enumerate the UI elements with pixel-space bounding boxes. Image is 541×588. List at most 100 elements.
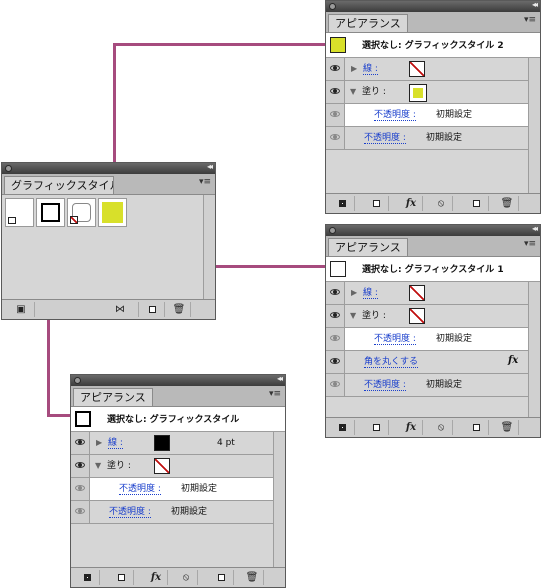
new-style-icon[interactable]	[142, 302, 165, 317]
style-swatch-default[interactable]	[5, 198, 34, 227]
add-effect-fx-icon[interactable]: fx	[145, 570, 168, 585]
clear-appearance-icon[interactable]: ⦸	[430, 420, 453, 435]
visibility-eye-icon[interactable]	[71, 455, 90, 477]
opacity-row[interactable]: 不透明度 : 初期設定	[326, 374, 528, 397]
add-effect-fx-icon[interactable]: fx	[400, 420, 423, 435]
visibility-eye-icon[interactable]	[326, 305, 345, 327]
stroke-row[interactable]: ▶ 線 :	[326, 282, 528, 305]
style-libraries-menu-icon[interactable]: ▣	[8, 302, 35, 317]
fill-label: 塗り :	[362, 87, 386, 97]
clear-appearance-icon[interactable]: ⦸	[430, 196, 453, 211]
panel-menu-icon[interactable]: ▾≡	[524, 239, 536, 249]
stroke-black-swatch[interactable]	[154, 435, 170, 451]
clear-appearance-icon[interactable]: ⦸	[175, 570, 198, 585]
tab-appearance[interactable]: アピアランス	[328, 14, 408, 32]
opacity-row[interactable]: 不透明度 : 初期設定	[71, 501, 273, 524]
add-new-stroke-icon[interactable]	[332, 420, 355, 435]
trash-icon[interactable]: 🗑	[496, 420, 519, 435]
collapse-arrow-icon[interactable]: ▼	[350, 311, 356, 320]
tab-graphic-styles[interactable]: グラフィックスタイル	[4, 176, 114, 194]
visibility-eye-icon[interactable]	[71, 432, 90, 454]
opacity-link[interactable]: 不透明度 :	[364, 133, 406, 144]
stroke-row[interactable]: ▶ 線 : 4 pt	[71, 432, 273, 455]
scrollbar[interactable]	[203, 195, 215, 299]
duplicate-item-icon[interactable]	[466, 420, 489, 435]
add-new-fill-icon[interactable]	[111, 570, 134, 585]
expand-arrow-icon[interactable]: ▶	[351, 64, 357, 73]
panel-menu-icon[interactable]: ▾≡	[269, 389, 281, 399]
visibility-eye-icon[interactable]	[326, 81, 345, 103]
add-new-fill-icon[interactable]	[366, 420, 389, 435]
fill-none-swatch[interactable]	[409, 308, 425, 324]
tab-appearance[interactable]: アピアランス	[328, 238, 408, 256]
stroke-label-link[interactable]: 線 :	[363, 64, 378, 75]
close-icon[interactable]	[329, 3, 336, 10]
fill-opacity-link[interactable]: 不透明度 :	[374, 110, 416, 121]
visibility-eye-icon[interactable]	[326, 127, 345, 149]
style-swatch-rounded[interactable]	[67, 198, 96, 227]
opacity-value: 初期設定	[426, 380, 463, 390]
collapse-icon[interactable]: ◂◂	[532, 224, 538, 233]
scrollbar[interactable]	[528, 282, 540, 417]
fill-row[interactable]: ▼ 塗り :	[326, 305, 528, 328]
collapse-icon[interactable]: ◂◂	[207, 162, 213, 171]
collapse-icon[interactable]: ◂◂	[277, 374, 283, 383]
collapse-icon[interactable]: ◂◂	[532, 0, 538, 9]
panel-menu-icon[interactable]: ▾≡	[524, 15, 536, 25]
visibility-eye-icon[interactable]	[326, 104, 345, 126]
expand-arrow-icon[interactable]: ▶	[351, 288, 357, 297]
trash-icon[interactable]: 🗑	[241, 570, 264, 585]
add-new-stroke-icon[interactable]	[77, 570, 100, 585]
stroke-label-link[interactable]: 線 :	[363, 288, 378, 299]
visibility-eye-icon[interactable]	[326, 58, 345, 80]
opacity-link[interactable]: 不透明度 :	[109, 507, 151, 518]
fill-row[interactable]: ▼ 塗り :	[71, 455, 273, 478]
visibility-eye-icon[interactable]	[71, 478, 90, 500]
opacity-link[interactable]: 不透明度 :	[364, 380, 406, 391]
fill-label: 塗り :	[107, 461, 131, 471]
collapse-arrow-icon[interactable]: ▼	[350, 87, 356, 96]
expand-arrow-icon[interactable]: ▶	[96, 438, 102, 447]
round-corners-effect-link[interactable]: 角を丸くする	[364, 357, 419, 368]
fill-opacity-row[interactable]: 不透明度 : 初期設定	[326, 104, 528, 127]
tab-appearance[interactable]: アピアランス	[73, 388, 153, 406]
default-style-icon	[8, 217, 16, 224]
collapse-arrow-icon[interactable]: ▼	[95, 461, 101, 470]
fill-row[interactable]: ▼ 塗り :	[326, 81, 528, 104]
scrollbar[interactable]	[528, 58, 540, 193]
close-icon[interactable]	[329, 227, 336, 234]
fill-opacity-row[interactable]: 不透明度 : 初期設定	[71, 478, 273, 501]
add-new-stroke-icon[interactable]	[332, 196, 355, 211]
visibility-eye-icon[interactable]	[326, 282, 345, 304]
add-new-fill-icon[interactable]	[366, 196, 389, 211]
fill-opacity-link[interactable]: 不透明度 :	[119, 484, 161, 495]
fill-opacity-link[interactable]: 不透明度 :	[374, 334, 416, 345]
stroke-row[interactable]: ▶ 線 :	[326, 58, 528, 81]
stroke-none-swatch[interactable]	[409, 285, 425, 301]
effect-row[interactable]: 角を丸くする fx	[326, 351, 528, 374]
stroke-label-link[interactable]: 線 :	[108, 438, 123, 449]
scrollbar[interactable]	[273, 432, 285, 567]
style-swatch-yellow[interactable]	[98, 198, 127, 227]
trash-icon[interactable]: 🗑	[496, 196, 519, 211]
style-thumbnail	[330, 261, 346, 277]
fill-opacity-row[interactable]: 不透明度 : 初期設定	[326, 328, 528, 351]
add-effect-fx-icon[interactable]: fx	[400, 196, 423, 211]
close-icon[interactable]	[74, 377, 81, 384]
opacity-row[interactable]: 不透明度 : 初期設定	[326, 127, 528, 150]
visibility-eye-icon[interactable]	[71, 501, 90, 523]
duplicate-item-icon[interactable]	[211, 570, 234, 585]
duplicate-item-icon[interactable]	[466, 196, 489, 211]
close-icon[interactable]	[5, 165, 12, 172]
visibility-eye-icon[interactable]	[326, 328, 345, 350]
fill-yellow-swatch[interactable]	[409, 84, 427, 102]
fill-none-swatch[interactable]	[154, 458, 170, 474]
panel-menu-icon[interactable]: ▾≡	[199, 177, 211, 187]
visibility-eye-icon[interactable]	[326, 351, 345, 373]
style-swatch-black-stroke[interactable]	[36, 198, 65, 227]
trash-icon[interactable]: 🗑	[168, 302, 191, 317]
visibility-eye-icon[interactable]	[326, 374, 345, 396]
break-link-icon[interactable]: ⋈	[102, 302, 139, 317]
stroke-none-swatch[interactable]	[409, 61, 425, 77]
selection-title: 選択なし: グラフィックスタイル 2	[362, 41, 504, 51]
